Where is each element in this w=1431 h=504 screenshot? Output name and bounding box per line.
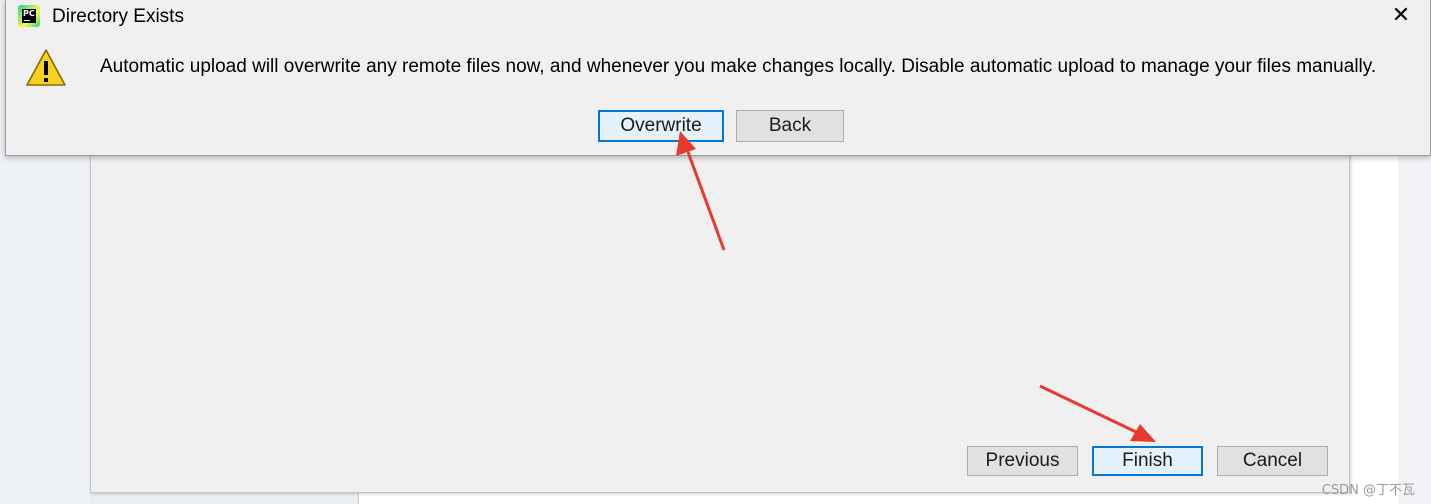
close-icon[interactable]: ✕ <box>1378 0 1424 32</box>
overwrite-button[interactable]: Overwrite <box>598 110 724 142</box>
directory-exists-dialog: PC Directory Exists ✕ Automatic upload w… <box>5 0 1431 156</box>
warning-triangle-icon <box>26 49 66 86</box>
watermark: CSDN @丁不瓦 <box>1321 483 1415 498</box>
background-right-edge <box>1398 150 1431 504</box>
back-button[interactable]: Back <box>736 110 844 142</box>
screen: Previous Finish Cancel PC Directory Exis… <box>0 0 1431 504</box>
app-icon-text: PC <box>23 9 35 18</box>
cancel-button[interactable]: Cancel <box>1217 446 1328 476</box>
pycharm-logo-icon: PC <box>18 5 40 27</box>
previous-button[interactable]: Previous <box>967 446 1078 476</box>
background-left-panel <box>0 150 90 504</box>
dialog-title: Directory Exists <box>52 6 184 27</box>
deployment-wizard-dialog: Previous Finish Cancel <box>90 150 1350 493</box>
finish-button[interactable]: Finish <box>1092 446 1203 476</box>
dialog-titlebar[interactable]: PC Directory Exists ✕ <box>6 0 1430 34</box>
dialog-message: Automatic upload will overwrite any remo… <box>100 56 1377 77</box>
